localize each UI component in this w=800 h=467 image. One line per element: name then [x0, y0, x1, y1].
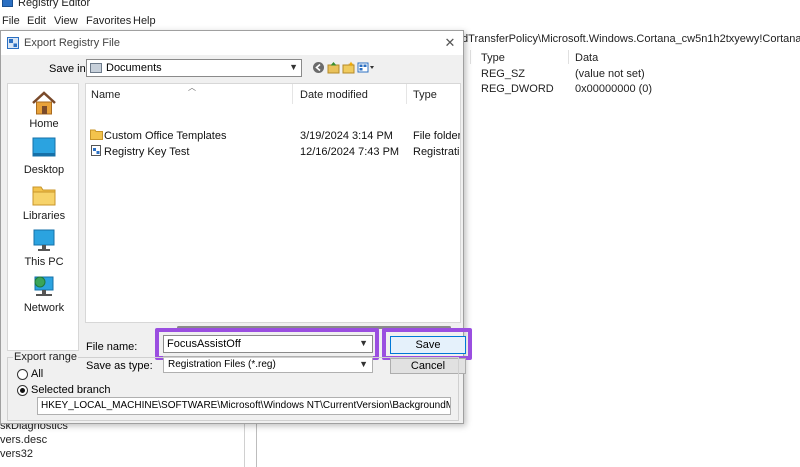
- back-icon[interactable]: [312, 61, 325, 74]
- registry-editor-title: Registry Editor: [18, 0, 90, 9]
- place-network[interactable]: Network: [8, 274, 80, 314]
- radio-selected-branch-label[interactable]: Selected branch: [31, 384, 111, 396]
- places-bar: Home Desktop Libraries This PC: [7, 83, 79, 351]
- file-date: 12/16/2024 7:43 PM: [300, 146, 399, 158]
- registry-file-icon: [90, 145, 103, 156]
- dialog-titlebar[interactable]: Export Registry File ✕: [1, 31, 463, 55]
- column-separator[interactable]: [292, 84, 293, 104]
- address-bar[interactable]: roundTransferPolicy\Microsoft.Windows.Co…: [440, 33, 800, 47]
- column-header-data[interactable]: Data: [575, 52, 598, 64]
- place-this-pc[interactable]: This PC: [8, 228, 80, 268]
- this-pc-icon: [30, 228, 58, 254]
- value-data: (value not set): [575, 68, 645, 80]
- close-icon[interactable]: ✕: [441, 35, 459, 51]
- column-separator: [568, 50, 569, 64]
- export-registry-dialog: Export Registry File ✕ Save in: Document…: [0, 30, 464, 424]
- file-name: Custom Office Templates: [104, 130, 226, 142]
- libraries-icon: [30, 182, 58, 208]
- selected-branch-field[interactable]: HKEY_LOCAL_MACHINE\SOFTWARE\Microsoft\Wi…: [37, 397, 451, 415]
- value-type: REG_DWORD: [481, 83, 554, 95]
- menu-help[interactable]: Help: [133, 15, 156, 27]
- save-in-label: Save in:: [49, 63, 89, 75]
- value-type: REG_SZ: [481, 68, 525, 80]
- place-desktop-label: Desktop: [8, 164, 80, 176]
- sort-ascending-icon: ︿: [188, 83, 196, 93]
- file-type: File folder: [413, 130, 461, 142]
- place-this-pc-label: This PC: [8, 256, 80, 268]
- network-icon: [30, 274, 58, 300]
- place-libraries-label: Libraries: [8, 210, 80, 222]
- chevron-down-icon: ▼: [289, 62, 298, 72]
- registry-tree: skDiagnostics vers.desc vers32: [0, 420, 245, 467]
- home-icon: [30, 90, 58, 116]
- radio-selected-branch[interactable]: [17, 385, 28, 396]
- radio-all[interactable]: [17, 369, 28, 380]
- column-header-type[interactable]: Type: [481, 52, 505, 64]
- column-separator[interactable]: [406, 84, 407, 104]
- up-folder-icon[interactable]: [327, 61, 340, 74]
- registry-editor-titlebar: Registry Editor: [0, 0, 800, 11]
- menu-view[interactable]: View: [54, 15, 78, 27]
- column-separator: [470, 50, 471, 64]
- radio-all-label[interactable]: All: [31, 368, 43, 380]
- place-desktop[interactable]: Desktop: [8, 136, 80, 176]
- menu-bar: File Edit View Favorites Help: [0, 14, 800, 30]
- documents-folder-icon: [90, 63, 102, 73]
- column-header-type[interactable]: Type: [413, 89, 437, 101]
- registry-dialog-icon: [7, 37, 19, 49]
- folder-icon: [90, 129, 103, 140]
- file-date: 3/19/2024 3:14 PM: [300, 130, 393, 142]
- desktop-icon: [30, 136, 58, 162]
- place-home[interactable]: Home: [8, 90, 80, 130]
- new-folder-icon[interactable]: [342, 61, 355, 74]
- menu-favorites[interactable]: Favorites: [86, 15, 131, 27]
- export-range-group: Export range All Selected branch HKEY_LO…: [7, 351, 459, 421]
- file-list: ︿ Name Date modified Type Custom Office …: [85, 83, 461, 323]
- place-network-label: Network: [8, 302, 80, 314]
- place-libraries[interactable]: Libraries: [8, 182, 80, 222]
- tree-item[interactable]: vers32: [0, 448, 33, 460]
- place-home-label: Home: [8, 118, 80, 130]
- column-header-name[interactable]: Name: [91, 89, 120, 101]
- column-header-date[interactable]: Date modified: [300, 89, 368, 101]
- file-row-registry-key-test[interactable]: Registry Key Test 12/16/2024 7:43 PM Reg…: [86, 144, 461, 160]
- menu-file[interactable]: File: [2, 15, 20, 27]
- dialog-title: Export Registry File: [24, 37, 120, 49]
- menu-edit[interactable]: Edit: [27, 15, 46, 27]
- save-in-dropdown[interactable]: Documents ▼: [86, 59, 302, 77]
- file-name: Registry Key Test: [104, 146, 189, 158]
- file-row-custom-office-templates[interactable]: Custom Office Templates 3/19/2024 3:14 P…: [86, 128, 461, 144]
- pane-splitter[interactable]: [256, 424, 257, 467]
- registry-editor-icon: [2, 0, 13, 7]
- tree-item[interactable]: vers.desc: [0, 434, 47, 446]
- file-type: Registration: [413, 146, 461, 158]
- export-range-label: Export range: [13, 351, 78, 363]
- view-menu-icon[interactable]: [357, 61, 375, 74]
- save-in-value: Documents: [106, 62, 162, 74]
- value-data: 0x00000000 (0): [575, 83, 652, 95]
- tree-pane-border: [244, 424, 245, 467]
